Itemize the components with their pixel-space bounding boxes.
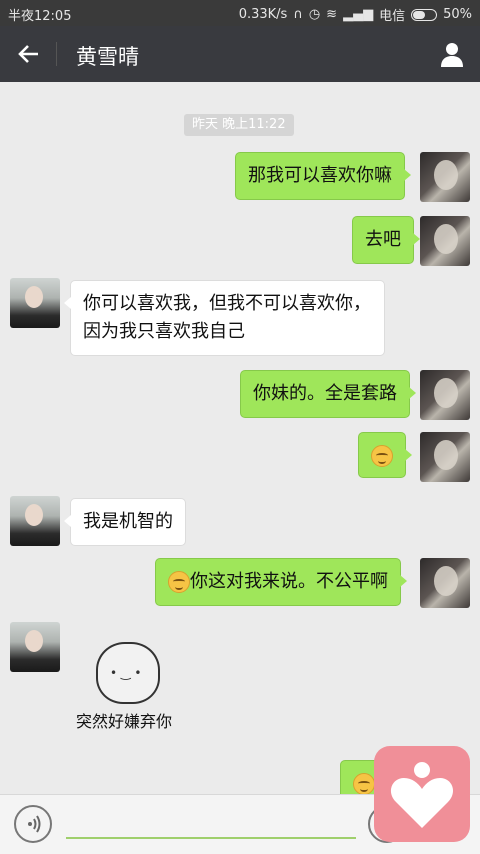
battery-percent: 50% [443,7,472,22]
smile-emoji-icon [371,445,393,467]
status-time: 半夜12:05 [8,9,72,24]
contact-avatar[interactable] [10,622,60,672]
person-icon[interactable] [438,40,466,68]
chat-area[interactable]: 昨天 晚上11:22 那我可以喜欢你嘛 去吧 你可以喜欢我，但我不可以喜欢你，因… [0,82,480,794]
network-speed: 0.33K/s [238,7,288,22]
heart-icon [390,762,454,828]
smile-emoji-icon [168,571,190,593]
my-avatar[interactable] [420,432,470,482]
battery-icon [411,8,438,21]
message-bubble-sent[interactable]: 去吧 [352,216,420,264]
signal-icon: ▂▄▆ [343,7,374,22]
message-bubble-sent[interactable]: 你妹的。全是套路 [240,370,416,418]
contact-avatar[interactable] [10,496,60,546]
message-bubble-sent[interactable]: 那我可以喜欢你嘛 [235,152,411,200]
arrow-left-icon[interactable] [14,40,44,68]
floating-heart-button[interactable] [374,746,470,842]
voice-icon [28,815,41,833]
message-input[interactable] [66,837,356,839]
alarm-icon: ◷ [308,7,321,22]
wifi-icon: ≋ [326,7,338,22]
smile-emoji-icon [353,773,375,794]
message-timestamp: 昨天 晚上11:22 [184,114,294,136]
cat-face-sticker-icon [96,642,160,704]
carrier-name: 电信 [379,9,406,24]
message-text: 你这对我来说。不公平啊 [190,571,388,592]
headphone-icon: ∩ [293,7,303,22]
sticker-caption: 突然好嫌弃你 [76,712,173,731]
message-bubble-received[interactable]: 你可以喜欢我，但我不可以喜欢你，因为我只喜欢我自己 [64,280,385,356]
message-bubble-sent[interactable]: 你这对我来说。不公平啊 [155,558,407,606]
header-divider [56,42,57,66]
status-bar: 半夜12:05 0.33K/s ∩ ◷ ≋ ▂▄▆ 电信 50% [0,0,480,26]
sticker-message[interactable]: 突然好嫌弃你 [76,642,191,732]
chat-header: 黄雪晴 [0,26,480,82]
my-avatar[interactable] [420,216,470,266]
status-right: 0.33K/s ∩ ◷ ≋ ▂▄▆ 电信 50% [239,5,472,24]
message-bubble-received[interactable]: 我是机智的 [64,498,186,546]
my-avatar[interactable] [420,370,470,420]
voice-button[interactable] [14,805,52,843]
contact-avatar[interactable] [10,278,60,328]
my-avatar[interactable] [420,152,470,202]
chat-title: 黄雪晴 [76,45,139,69]
message-bubble-sent[interactable] [358,432,412,478]
my-avatar[interactable] [420,558,470,608]
